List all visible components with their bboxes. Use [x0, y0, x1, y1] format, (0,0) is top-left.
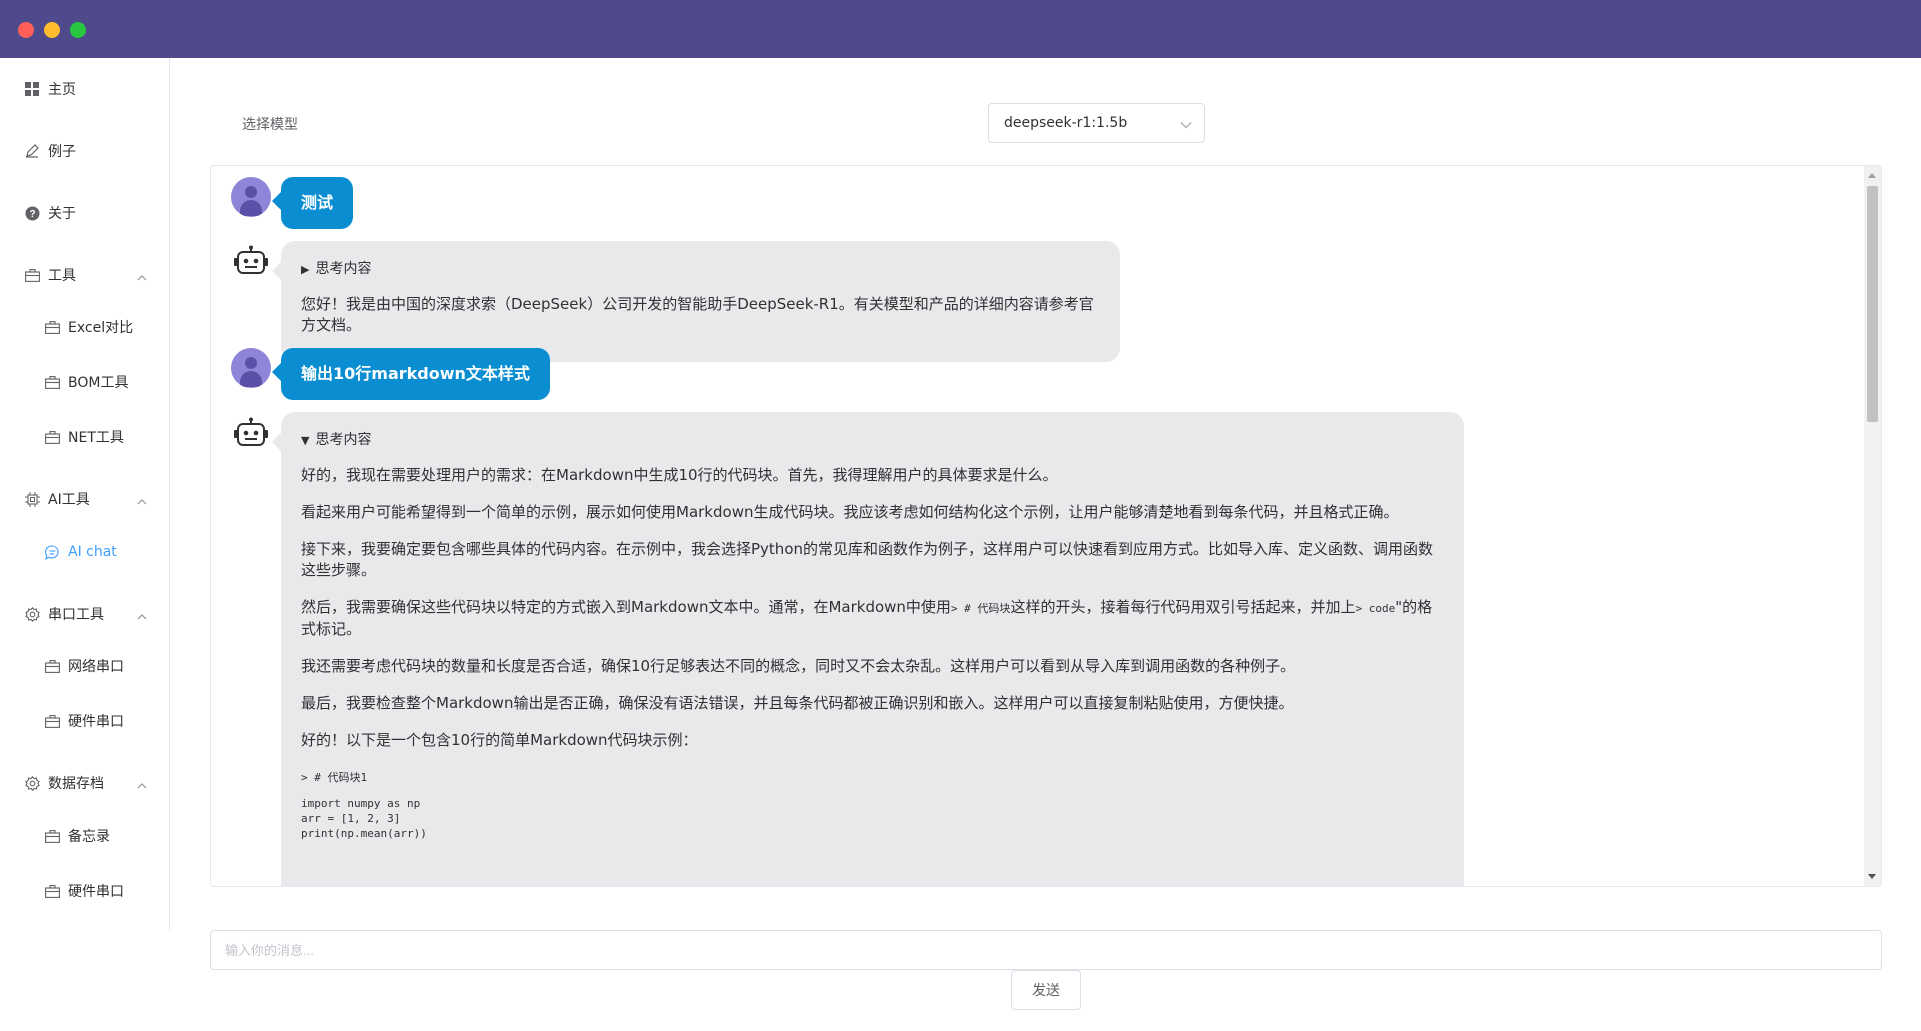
- message-input[interactable]: [210, 930, 1882, 970]
- think-paragraph: 然后，我需要确保这些代码块以特定的方式嵌入到Markdown文本中。通常，在Ma…: [301, 597, 1444, 640]
- message-text: 您好！我是由中国的深度求索（DeepSeek）公司开发的智能助手DeepSeek…: [301, 295, 1094, 334]
- sidebar-item-label: AI工具: [48, 492, 90, 508]
- settings-icon: [24, 775, 40, 791]
- message-text: 输出10行markdown文本样式: [301, 364, 530, 383]
- sidebar-item-home[interactable]: 主页: [0, 61, 169, 117]
- user-message-bubble: 输出10行markdown文本样式: [272, 348, 550, 400]
- sidebar-item-label: 主页: [48, 82, 76, 98]
- think-paragraph: 接下来，我要确定要包含哪些具体的代码内容。在示例中，我会选择Python的常见库…: [301, 540, 1434, 579]
- sidebar-item-label: 串口工具: [48, 607, 104, 623]
- sidebar-item-label: 硬件串口: [68, 714, 124, 730]
- sidebar-item-label: BOM工具: [68, 375, 129, 391]
- scroll-up-arrow-icon[interactable]: [1868, 173, 1876, 178]
- chevron-up-icon: [137, 269, 147, 285]
- sidebar-item-label: NET工具: [68, 430, 124, 446]
- minimize-window-button[interactable]: [44, 22, 60, 38]
- briefcase-icon: [44, 429, 60, 445]
- caret-down-icon: ▼: [301, 434, 310, 447]
- edit-icon: [24, 143, 40, 159]
- think-paragraph: 看起来用户可能希望得到一个简单的示例，展示如何使用Markdown生成代码块。我…: [301, 503, 1399, 521]
- sidebar-item-net-tool[interactable]: NET工具: [0, 409, 169, 465]
- sidebar-item-label: 数据存档: [48, 776, 104, 792]
- message-text: 测试: [301, 193, 334, 212]
- think-toggle[interactable]: ▶ 思考内容: [301, 259, 1100, 280]
- sidebar-item-ai-chat[interactable]: AI chat: [0, 524, 169, 580]
- sidebar-item-label: 硬件串口: [68, 884, 124, 900]
- briefcase-icon: [44, 713, 60, 729]
- chevron-up-icon: [137, 493, 147, 509]
- chat-icon: [44, 544, 60, 560]
- inline-code: > # 代码块: [950, 602, 1011, 615]
- sidebar-item-about[interactable]: ? 关于: [0, 185, 169, 241]
- sidebar-item-label: 工具: [48, 268, 76, 284]
- help-circle-icon: ?: [24, 205, 40, 221]
- grid-icon: [24, 81, 40, 97]
- think-paragraph: 好的！以下是一个包含10行的简单Markdown代码块示例：: [301, 731, 698, 749]
- code-heading: > # 代码块1: [301, 771, 368, 784]
- chat-message-panel: 测试 ▶ 思考内容 您好！我是由中国的深度求索（DeepSeek）公司开发的智能助…: [210, 165, 1882, 887]
- sidebar-item-bom-tool[interactable]: BOM工具: [0, 354, 169, 410]
- settings-icon: [24, 606, 40, 622]
- briefcase-icon: [44, 374, 60, 390]
- briefcase-icon: [44, 828, 60, 844]
- think-paragraph: 我还需要考虑代码块的数量和长度是否合适，确保10行足够表达不同的概念，同时又不会…: [301, 657, 1296, 675]
- chevron-up-icon: [137, 608, 147, 624]
- briefcase-icon: [44, 883, 60, 899]
- sidebar-item-memo[interactable]: 备忘录: [0, 808, 169, 864]
- sidebar-item-label: AI chat: [68, 544, 117, 560]
- code-block: import numpy as np arr = [1, 2, 3] print…: [301, 797, 427, 840]
- sidebar-item-excel-compare[interactable]: Excel对比: [0, 299, 169, 355]
- send-button[interactable]: 发送: [1011, 970, 1081, 1010]
- window-titlebar: [0, 0, 1921, 58]
- sidebar-item-examples[interactable]: 例子: [0, 123, 169, 179]
- briefcase-icon: [24, 267, 40, 283]
- user-avatar: [231, 177, 271, 217]
- svg-text:?: ?: [29, 209, 35, 220]
- think-paragraph: 好的，我现在需要处理用户的需求：在Markdown中生成10行的代码块。首先，我…: [301, 466, 1058, 484]
- sidebar-item-label: 关于: [48, 206, 76, 222]
- model-select-value: deepseek-r1:1.5b: [1004, 115, 1128, 131]
- assistant-message-bubble: ▼ 思考内容 好的，我现在需要处理用户的需求：在Markdown中生成10行的代码…: [272, 412, 1464, 886]
- think-label: 思考内容: [315, 432, 372, 448]
- cpu-icon: [24, 491, 40, 507]
- chevron-up-icon: [137, 777, 147, 793]
- close-window-button[interactable]: [18, 22, 34, 38]
- sidebar-group-serial-tools[interactable]: 串口工具: [0, 586, 169, 642]
- robot-icon: [231, 413, 271, 453]
- scroll-down-arrow-icon[interactable]: [1868, 874, 1876, 879]
- text-segment: 这样的开头，接着每行代码用双引号括起来，并加上: [1010, 598, 1356, 616]
- sidebar-item-hardware-serial[interactable]: 硬件串口: [0, 693, 169, 749]
- chat-scrollbar[interactable]: [1864, 166, 1881, 886]
- sidebar-group-tools[interactable]: 工具: [0, 247, 169, 303]
- model-select-label: 选择模型: [242, 117, 298, 133]
- maximize-window-button[interactable]: [70, 22, 86, 38]
- model-select[interactable]: deepseek-r1:1.5b: [988, 103, 1205, 143]
- sidebar-item-label: 例子: [48, 144, 76, 160]
- sidebar-item-label: 网络串口: [68, 659, 124, 675]
- scroll-thumb[interactable]: [1867, 186, 1878, 422]
- caret-right-icon: ▶: [301, 263, 310, 276]
- user-message-bubble: 测试: [271, 177, 354, 229]
- sidebar-group-data-archive[interactable]: 数据存档: [0, 755, 169, 811]
- sidebar-menu: 主页 例子 ? 关于 工具 Excel对比 BOM工具 NET工具 AI工具 A…: [0, 58, 170, 931]
- inline-code: > code: [1355, 602, 1396, 615]
- think-toggle[interactable]: ▼ 思考内容: [301, 430, 1444, 451]
- robot-icon: [231, 241, 271, 281]
- think-paragraph: 最后，我要检查整个Markdown输出是否正确，确保没有语法错误，并且每条代码都…: [301, 694, 1294, 712]
- briefcase-icon: [44, 658, 60, 674]
- think-label: 思考内容: [315, 261, 372, 277]
- chevron-down-icon: [1180, 117, 1192, 133]
- sidebar-item-label: 备忘录: [68, 829, 110, 845]
- assistant-message-bubble: ▶ 思考内容 您好！我是由中国的深度求索（DeepSeek）公司开发的智能助手De…: [272, 241, 1120, 362]
- user-avatar: [231, 348, 271, 388]
- text-segment: 然后，我需要确保这些代码块以特定的方式嵌入到Markdown文本中。通常，在Ma…: [301, 598, 951, 616]
- sidebar-group-ai-tools[interactable]: AI工具: [0, 471, 169, 527]
- briefcase-icon: [44, 319, 60, 335]
- sidebar-item-hardware-serial-2[interactable]: 硬件串口: [0, 863, 169, 919]
- sidebar-item-network-serial[interactable]: 网络串口: [0, 638, 169, 694]
- sidebar-item-label: Excel对比: [68, 320, 134, 336]
